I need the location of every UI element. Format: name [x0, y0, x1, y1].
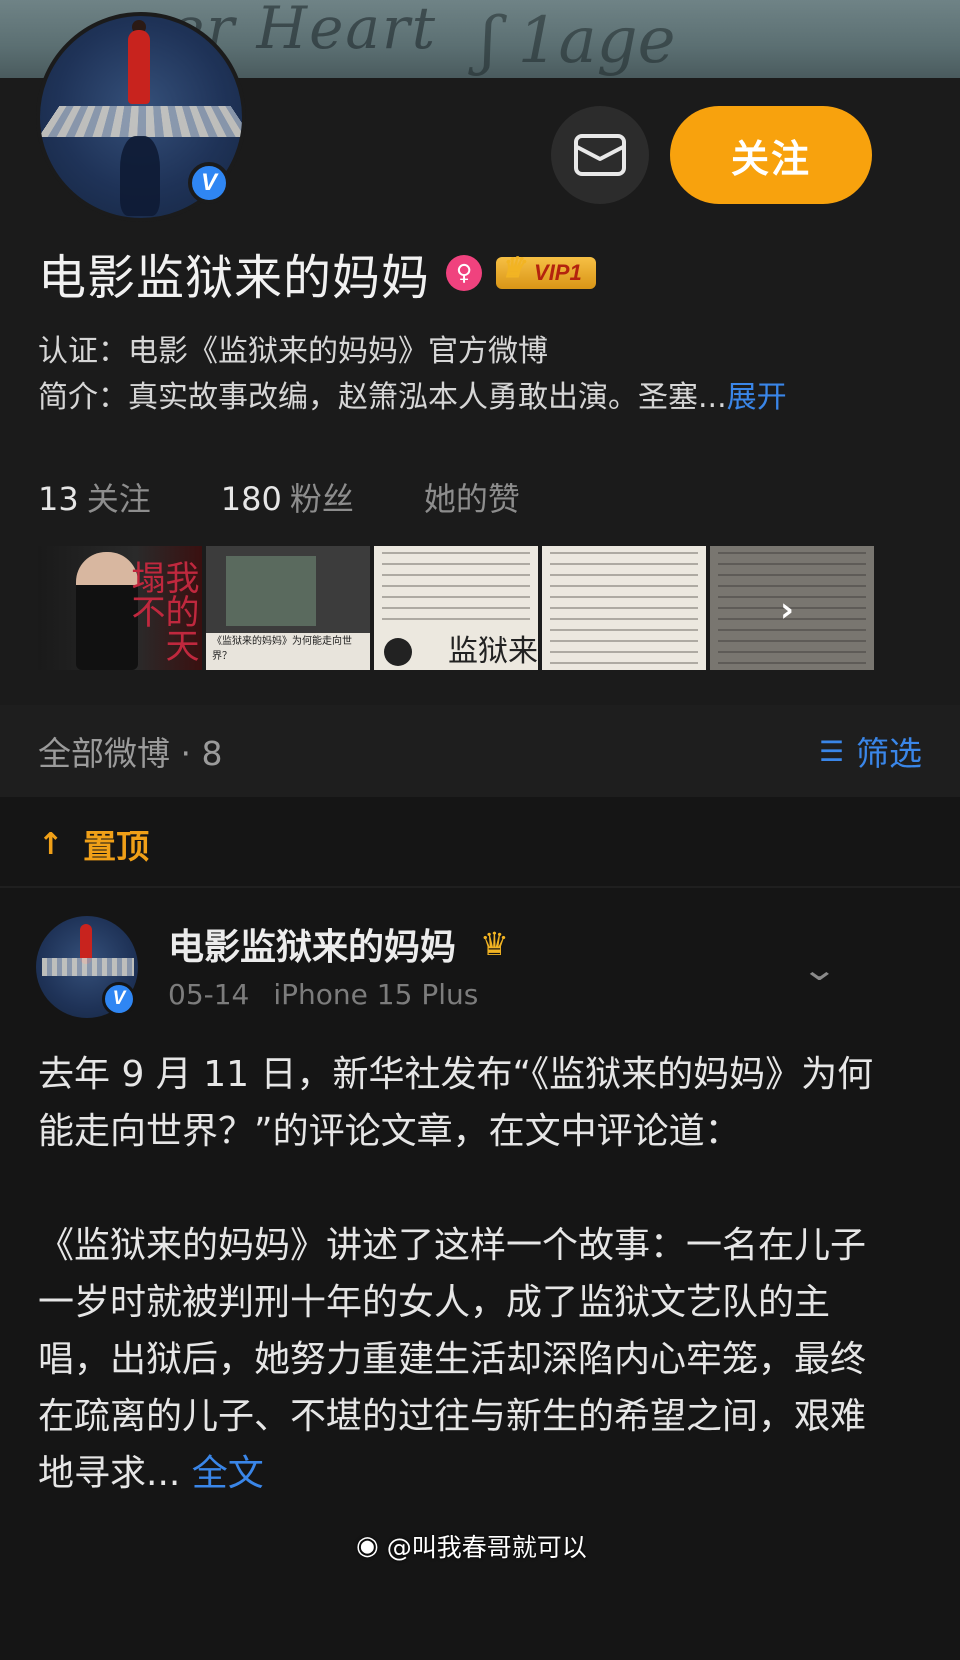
posts-header: 全部微博 · 8 ☰ 筛选: [0, 705, 960, 797]
envelope-icon: [574, 134, 626, 176]
followers-label: 粉丝: [289, 480, 354, 518]
vip-label: VIP1: [534, 260, 582, 285]
photo-thumbnail[interactable]: 监狱来: [374, 546, 538, 670]
crown-icon: ♛: [500, 252, 526, 283]
avatar-figure: [128, 30, 150, 104]
following-count: 13: [38, 480, 79, 518]
watermark-text: @叫我春哥就可以: [386, 1533, 587, 1562]
post-paragraph-text: 《监狱来的妈妈》讲述了这样一个故事：一名在儿子一岁时就被判刑十年的女人，成了监狱…: [38, 1225, 867, 1494]
thumbnail-calligraphy: 监狱来: [448, 634, 538, 669]
verified-badge-icon: V: [188, 162, 230, 204]
verified-badge-icon: V: [102, 982, 136, 1016]
thumbnail-image: [226, 556, 316, 626]
post-author-name[interactable]: 电影监狱来的妈妈 ♛: [168, 918, 509, 970]
filter-button[interactable]: ☰ 筛选: [819, 727, 922, 775]
photo-thumbnail[interactable]: 我的天塌不: [38, 546, 202, 670]
post-meta: 05-14 iPhone 15 Plus: [168, 978, 478, 1011]
crown-icon: ♛: [480, 925, 509, 963]
thumbnail-logo: [384, 638, 412, 666]
post-body[interactable]: 去年 9 月 11 日，新华社发布“《监狱来的妈妈》为何能走向世界？”的评论文章…: [38, 1046, 898, 1502]
divider: [0, 886, 960, 888]
certification-text: 认证：电影《监狱来的妈妈》官方微博: [38, 334, 548, 369]
profile-name: 电影监狱来的妈妈: [38, 250, 431, 306]
post-paragraph: 去年 9 月 11 日，新华社发布“《监狱来的妈妈》为何能走向世界？”的评论文章…: [38, 1054, 874, 1152]
profile-name-row: 电影监狱来的妈妈 ♀ ♛ VIP1: [38, 238, 596, 308]
post-paragraph-2: 《监狱来的妈妈》讲述了这样一个故事：一名在儿子一岁时就被判刑十年的女人，成了监狱…: [38, 1217, 898, 1502]
filter-label: 筛选: [856, 734, 922, 773]
intro-line: 简介：真实故事改编，赵箫泓本人勇敢出演。圣塞...展开: [38, 372, 787, 416]
photo-thumbnail-more[interactable]: ›: [710, 546, 874, 670]
pinned-label: 置顶: [83, 827, 150, 866]
chevron-down-icon[interactable]: ⌄: [801, 950, 839, 988]
avatar-floor: [40, 106, 242, 138]
full-text-link[interactable]: 全文: [192, 1453, 264, 1494]
filter-icon: ☰: [818, 734, 844, 768]
watermark: ◉ @叫我春哥就可以: [356, 1528, 587, 1564]
pinned-indicator: ↑ 置顶: [38, 820, 149, 868]
profile-stats: 13 关注 180 粉丝 她的赞: [38, 474, 590, 520]
photo-thumbnail[interactable]: 《监狱来的妈妈》为何能走向世界？: [206, 546, 370, 670]
arrow-up-icon: ↑: [38, 826, 64, 862]
avatar-shadow: [120, 136, 160, 216]
avatar-floor: [42, 958, 134, 976]
document-lines: [382, 552, 530, 626]
likes-stat[interactable]: 她的赞: [424, 474, 520, 520]
photo-strip: 我的天塌不 《监狱来的妈妈》为何能走向世界？ 监狱来 ›: [38, 546, 874, 670]
post-date: 05-14: [168, 978, 250, 1011]
weibo-icon: ◉: [356, 1531, 379, 1561]
chevron-right-icon: ›: [780, 590, 795, 630]
follow-button[interactable]: 关注: [670, 106, 872, 204]
following-label: 关注: [86, 480, 151, 518]
followers-count: 180: [220, 480, 282, 518]
document-lines: [550, 552, 698, 664]
intro-text: 简介：真实故事改编，赵箫泓本人勇敢出演。圣塞...: [38, 380, 727, 415]
post-device: iPhone 15 Plus: [273, 978, 479, 1011]
female-icon: ♀: [446, 255, 483, 291]
cover-script-text-2: ʃ 1age: [480, 4, 676, 78]
post-author-text: 电影监狱来的妈妈: [168, 927, 457, 968]
vip-badge[interactable]: ♛ VIP1: [496, 252, 596, 289]
followers-stat[interactable]: 180 粉丝: [221, 474, 354, 520]
photo-thumbnail[interactable]: [542, 546, 706, 670]
message-button[interactable]: [551, 106, 649, 204]
thumbnail-title-text: 我的天塌不: [125, 560, 199, 662]
posts-count-title: 全部微博 · 8: [38, 734, 223, 773]
expand-link[interactable]: 展开: [727, 380, 787, 415]
following-stat[interactable]: 13 关注: [38, 474, 151, 520]
thumbnail-caption: 《监狱来的妈妈》为何能走向世界？: [212, 636, 352, 662]
